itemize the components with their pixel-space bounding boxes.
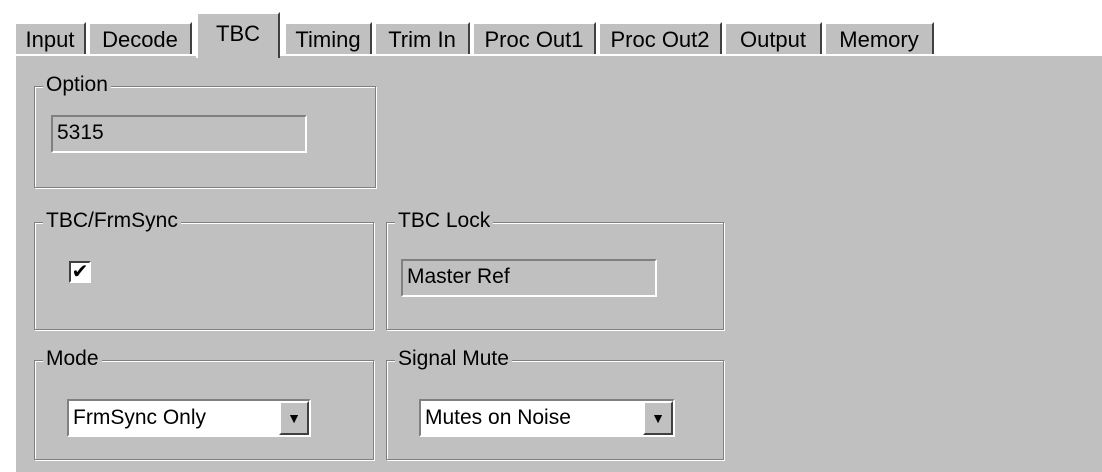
tbc-panel: Option 5315 TBC/FrmSync ✔ TBC Lock Maste… xyxy=(14,54,1102,472)
option-group-title: Option xyxy=(43,72,111,98)
tbc-lock-group: TBC Lock Master Ref xyxy=(386,208,724,330)
tab-proc-out1[interactable]: Proc Out1 xyxy=(472,22,596,58)
tab-trim-in[interactable]: Trim In xyxy=(374,22,470,58)
tab-timing[interactable]: Timing xyxy=(284,22,372,58)
option-group: Option 5315 xyxy=(34,72,376,188)
tab-tbc[interactable]: TBC xyxy=(196,12,280,58)
tbc-frmsync-group: TBC/FrmSync ✔ xyxy=(34,208,374,330)
tab-memory[interactable]: Memory xyxy=(824,22,934,58)
tbc-frmsync-checkbox[interactable]: ✔ xyxy=(69,261,91,283)
signal-mute-dropdown-value: Mutes on Noise xyxy=(425,406,571,429)
tbc-frmsync-group-title: TBC/FrmSync xyxy=(43,208,181,234)
mode-group-title: Mode xyxy=(43,346,102,372)
chevron-down-icon[interactable]: ▼ xyxy=(643,401,673,435)
signal-mute-group-title: Signal Mute xyxy=(395,346,512,372)
tbc-lock-group-title: TBC Lock xyxy=(395,208,494,234)
option-field: 5315 xyxy=(51,115,307,153)
chevron-down-icon[interactable]: ▼ xyxy=(279,401,309,435)
tab-strip: Input Decode TBC Timing Trim In Proc Out… xyxy=(14,12,954,58)
tab-proc-out2[interactable]: Proc Out2 xyxy=(598,22,722,58)
tab-input[interactable]: Input xyxy=(14,22,86,58)
tbc-lock-field: Master Ref xyxy=(401,259,657,297)
mode-dropdown[interactable]: FrmSync Only ▼ xyxy=(67,399,311,437)
mode-dropdown-value: FrmSync Only xyxy=(73,406,207,429)
signal-mute-dropdown[interactable]: Mutes on Noise ▼ xyxy=(419,399,675,437)
signal-mute-group: Signal Mute Mutes on Noise ▼ xyxy=(386,346,724,460)
tab-decode[interactable]: Decode xyxy=(88,22,192,58)
mode-group: Mode FrmSync Only ▼ xyxy=(34,346,374,460)
tab-output[interactable]: Output xyxy=(724,22,822,58)
